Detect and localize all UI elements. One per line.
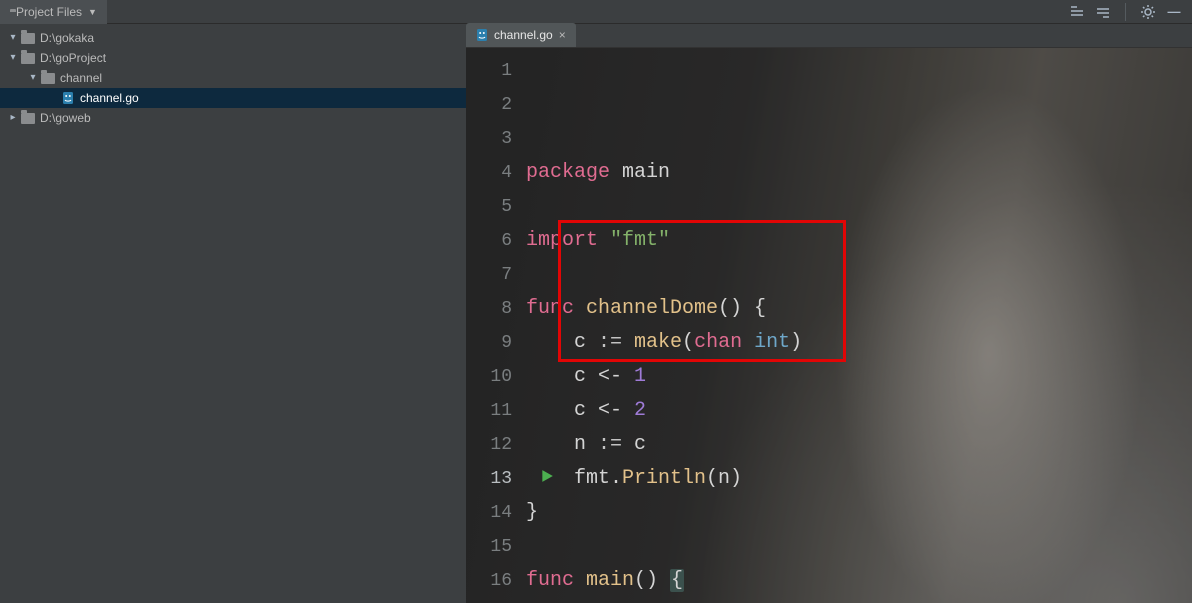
line-number[interactable]: 11 xyxy=(466,394,526,428)
close-icon[interactable]: × xyxy=(559,28,566,42)
line-number[interactable]: 13 xyxy=(466,462,526,496)
line-number[interactable]: 3 xyxy=(466,122,526,156)
project-files-label: Project Files xyxy=(16,5,82,19)
code-line[interactable]: n := c xyxy=(526,428,1192,462)
line-number[interactable]: 1 xyxy=(466,54,526,88)
code-line[interactable]: c := make(chan int) xyxy=(526,326,1192,360)
code-line[interactable] xyxy=(526,530,1192,564)
chevron-down-icon: ▼ xyxy=(88,7,97,17)
expand-all-icon[interactable] xyxy=(1069,4,1085,20)
code-line[interactable]: import "fmt" xyxy=(526,224,1192,258)
line-number[interactable]: 9 xyxy=(466,326,526,360)
go-file-icon xyxy=(60,90,76,106)
hide-panel-icon[interactable]: — xyxy=(1166,4,1182,20)
tree-item-label: D:\gokaka xyxy=(40,28,94,48)
editor-tab[interactable]: channel.go × xyxy=(466,23,576,47)
tree-item-label: D:\goweb xyxy=(40,108,91,128)
code-line[interactable]: func main() { xyxy=(526,564,1192,598)
line-number[interactable]: 5 xyxy=(466,190,526,224)
tree-item[interactable]: ▾ D:\goProject xyxy=(0,48,466,68)
line-number[interactable]: 7 xyxy=(466,258,526,292)
tree-item[interactable]: ▸ D:\goweb xyxy=(0,108,466,128)
line-number[interactable]: 8 xyxy=(466,292,526,326)
folder-icon xyxy=(20,30,36,46)
line-number[interactable]: 10 xyxy=(466,360,526,394)
collapse-all-icon[interactable] xyxy=(1095,4,1111,20)
code-line[interactable]: func channelDome() { xyxy=(526,292,1192,326)
folder-icon xyxy=(20,110,36,126)
code-line[interactable] xyxy=(526,258,1192,292)
tree-item-label: channel xyxy=(60,68,102,88)
code-line[interactable]: channelDome() xyxy=(526,598,1192,603)
code-editor[interactable]: 12345678910111213141516 package main imp… xyxy=(466,48,1192,603)
editor-area: channel.go× 12345678910111213141516 pack… xyxy=(466,24,1192,603)
tree-item[interactable]: ▾ D:\gokaka xyxy=(0,28,466,48)
chevron-right-icon[interactable]: ▸ xyxy=(8,108,18,128)
code-line[interactable]: c <- 1 xyxy=(526,360,1192,394)
code-line[interactable] xyxy=(526,190,1192,224)
line-number[interactable]: 12 xyxy=(466,428,526,462)
tab-label: channel.go xyxy=(494,28,553,42)
editor-tabbar: channel.go × xyxy=(466,24,1192,48)
project-files-dropdown[interactable]: Project Files ▼ xyxy=(0,0,107,24)
line-number[interactable]: 16 xyxy=(466,564,526,598)
chevron-down-icon[interactable]: ▾ xyxy=(8,28,18,48)
line-number[interactable]: 4 xyxy=(466,156,526,190)
line-number[interactable]: 2 xyxy=(466,88,526,122)
tree-item-label: D:\goProject xyxy=(40,48,106,68)
chevron-down-icon[interactable]: ▾ xyxy=(28,68,38,88)
code-line[interactable]: } xyxy=(526,496,1192,530)
line-number[interactable]: 6 xyxy=(466,224,526,258)
chevron-down-icon[interactable]: ▾ xyxy=(8,48,18,68)
folder-icon xyxy=(20,50,36,66)
project-tree[interactable]: ▾D:\gokaka▾D:\goProject▾channelchannel.g… xyxy=(0,24,466,603)
go-file-icon xyxy=(476,28,488,42)
line-number[interactable]: 15 xyxy=(466,530,526,564)
gear-icon[interactable] xyxy=(1140,4,1156,20)
folder-icon xyxy=(40,70,56,86)
tree-item[interactable]: channel.go xyxy=(0,88,466,108)
toolbar: Project Files ▼ — xyxy=(0,0,1192,24)
toolbar-separator xyxy=(1125,3,1126,21)
code-line[interactable]: package main xyxy=(526,156,1192,190)
line-number-gutter[interactable]: 12345678910111213141516 xyxy=(466,48,526,603)
line-number[interactable]: 14 xyxy=(466,496,526,530)
tree-item-label: channel.go xyxy=(80,88,139,108)
tree-item[interactable]: ▾ channel xyxy=(0,68,466,88)
code-content[interactable]: package main import "fmt" func channelDo… xyxy=(526,48,1192,603)
code-line[interactable]: c <- 2 xyxy=(526,394,1192,428)
code-line[interactable]: fmt.Println(n) xyxy=(526,462,1192,496)
